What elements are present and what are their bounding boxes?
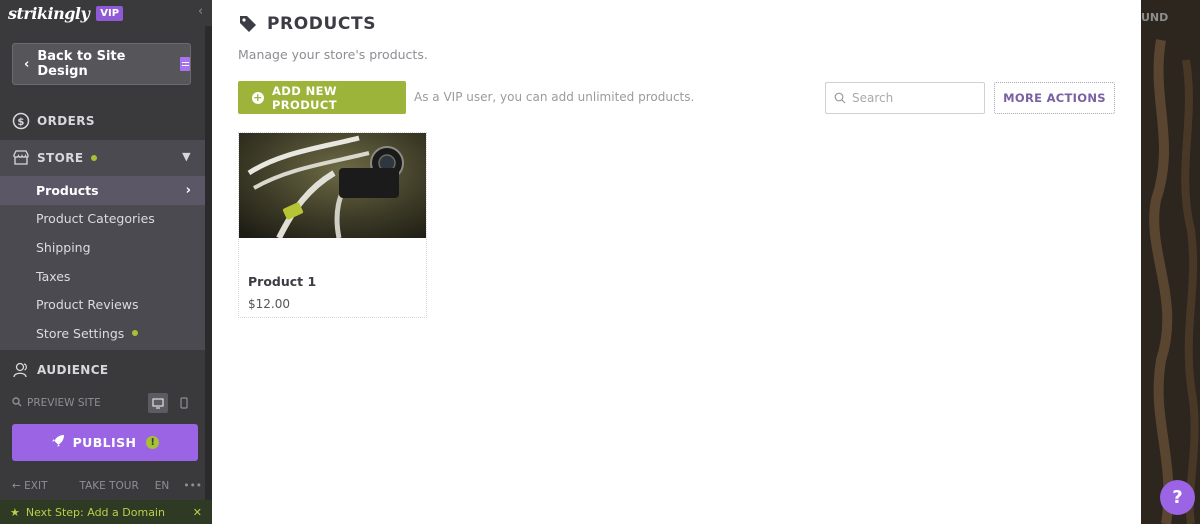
- rocket-icon: [51, 434, 65, 451]
- collapse-sidebar-icon[interactable]: ‹: [198, 4, 203, 19]
- settings-status-dot: [132, 330, 139, 337]
- next-step-label: Next Step: Add a Domain: [25, 505, 165, 519]
- exit-link[interactable]: ← EXIT: [12, 480, 63, 492]
- sidebar-item-label: Shipping: [36, 239, 91, 255]
- nav-orders-label: ORDERS: [37, 114, 95, 128]
- help-button[interactable]: ?: [1160, 480, 1195, 515]
- sidebar-item-shipping[interactable]: Shipping: [0, 233, 205, 262]
- vip-note: As a VIP user, you can add unlimited pro…: [414, 90, 695, 104]
- vip-badge: VIP: [96, 5, 124, 21]
- more-options-icon[interactable]: •••: [183, 480, 202, 492]
- nav-orders[interactable]: $ ORDERS: [0, 110, 205, 132]
- sidebar-item-label: Taxes: [36, 268, 71, 284]
- page-header: PRODUCTS: [238, 14, 376, 34]
- nav-audience[interactable]: AUDIENCE: [0, 360, 205, 380]
- exit-label: EXIT: [24, 480, 48, 492]
- page-title: PRODUCTS: [267, 14, 377, 34]
- back-button-label: Back to Site Design: [37, 49, 126, 79]
- main-panel: PRODUCTS Manage your store's products. +…: [212, 0, 1141, 524]
- plus-icon: +: [252, 90, 264, 104]
- product-card[interactable]: Product 1 $12.00: [238, 132, 427, 318]
- sidebar-scrollbar[interactable]: [205, 26, 212, 500]
- search-icon: [834, 92, 846, 104]
- sidebar-item-store-settings[interactable]: Store Settings: [0, 319, 205, 348]
- close-icon[interactable]: ✕: [193, 506, 202, 519]
- sidebar-item-product-reviews[interactable]: Product Reviews: [0, 290, 205, 319]
- add-new-product-button[interactable]: + ADD NEW PRODUCT: [238, 81, 406, 114]
- store-icon: [12, 149, 30, 167]
- sidebar-item-label: Store Settings: [36, 325, 125, 341]
- product-image: [239, 133, 426, 238]
- chevron-down-icon: ▼: [182, 150, 191, 163]
- search-input[interactable]: [852, 91, 972, 105]
- nav-store[interactable]: STORE ▼: [0, 140, 205, 176]
- sidebar-item-label: Products: [36, 182, 99, 198]
- sidebar-footer: ← EXIT TAKE TOUR EN •••: [12, 478, 202, 494]
- mobile-view-icon[interactable]: [174, 393, 194, 413]
- chevron-left-icon: ‹: [24, 56, 30, 72]
- sidebar-item-label: Product Reviews: [36, 297, 139, 313]
- nav-audience-label: AUDIENCE: [37, 363, 109, 377]
- publish-button[interactable]: PUBLISH !: [12, 424, 198, 461]
- tag-icon: [240, 16, 256, 32]
- sidebar-item-label: Product Categories: [36, 211, 155, 227]
- nav-store-label: STORE: [37, 151, 84, 165]
- add-button-label: ADD NEW PRODUCT: [271, 83, 337, 112]
- store-submenu: Products › Product Categories Shipping T…: [0, 176, 205, 350]
- dollar-circle-icon: $: [12, 112, 30, 130]
- next-step-banner[interactable]: ★ Next Step: Add a Domain ✕: [0, 500, 212, 524]
- preview-site-link[interactable]: PREVIEW SITE: [27, 397, 101, 409]
- preview-row: PREVIEW SITE: [12, 392, 198, 414]
- chevron-right-icon: ›: [185, 182, 191, 198]
- desktop-view-icon[interactable]: [148, 393, 168, 413]
- sidebar: strikingly VIP ‹ ‹ Back to Site Design $…: [0, 0, 212, 524]
- sidebar-item-taxes[interactable]: Taxes: [0, 262, 205, 291]
- page-subtitle: Manage your store's products.: [238, 47, 428, 62]
- more-actions-button[interactable]: MORE ACTIONS: [994, 82, 1115, 114]
- sidebar-item-products[interactable]: Products ›: [0, 176, 205, 205]
- site-preview-strip: UND: [1141, 0, 1200, 524]
- document-icon: [179, 57, 190, 71]
- product-name: Product 1: [248, 274, 317, 289]
- search-box[interactable]: [825, 82, 985, 114]
- product-price: $12.00: [248, 297, 290, 311]
- sidebar-item-product-categories[interactable]: Product Categories: [0, 205, 205, 234]
- preview-background-image: [1141, 0, 1200, 524]
- search-icon: [12, 396, 22, 410]
- right-strip-label: UND: [1141, 11, 1169, 24]
- alert-icon: !: [146, 436, 160, 449]
- store-status-dot: [91, 155, 98, 161]
- logo-row: strikingly VIP ‹: [0, 0, 212, 26]
- users-icon: [12, 361, 30, 379]
- star-icon: ★: [10, 505, 20, 519]
- take-tour-link[interactable]: TAKE TOUR: [79, 480, 138, 492]
- language-selector[interactable]: EN: [155, 480, 170, 492]
- back-to-site-design-button[interactable]: ‹ Back to Site Design: [12, 43, 191, 85]
- svg-text:$: $: [17, 117, 24, 128]
- logo[interactable]: strikingly: [8, 4, 90, 23]
- publish-label: PUBLISH: [72, 435, 137, 450]
